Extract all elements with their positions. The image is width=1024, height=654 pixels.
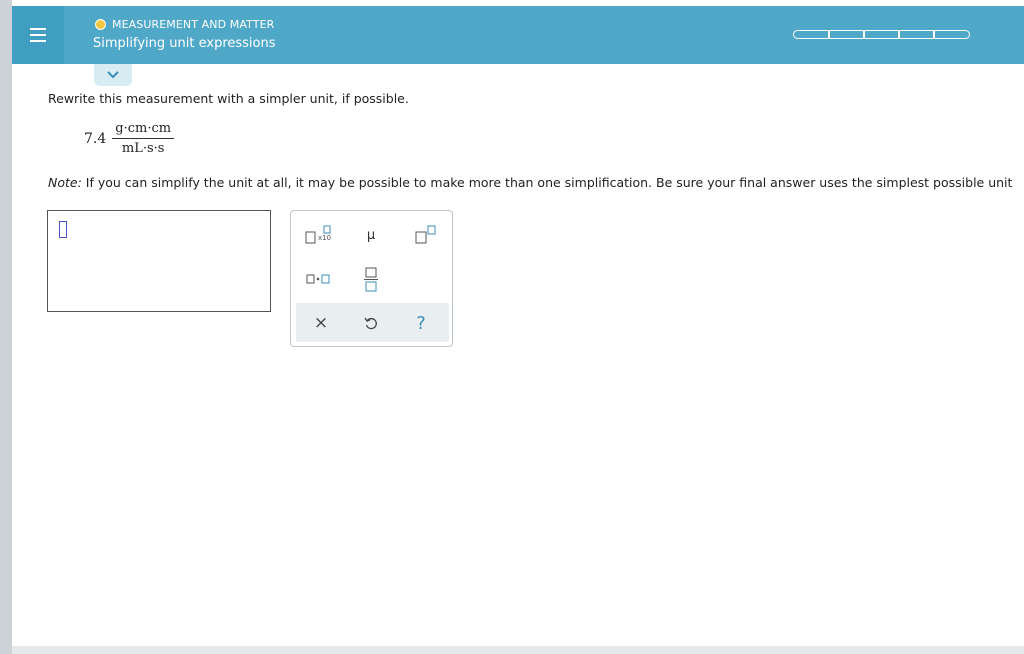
- topic-text: MEASUREMENT AND MATTER: [112, 18, 275, 31]
- scientific-notation-key[interactable]: x10: [303, 223, 333, 247]
- measurement-expression: 7.4 g·cm·cm mL·s·s: [84, 121, 175, 156]
- unit-numerator: g·cm·cm: [112, 121, 175, 139]
- sci-label: x10: [318, 234, 332, 242]
- help-button[interactable]: ?: [406, 309, 436, 337]
- collapse-button[interactable]: [94, 64, 132, 86]
- undo-button[interactable]: [356, 309, 386, 337]
- answer-input[interactable]: [47, 210, 271, 312]
- progress-segment: [828, 30, 865, 39]
- bottom-bar: [12, 646, 1024, 654]
- progress-segment: [898, 30, 935, 39]
- note-body: If you can simplify the unit at all, it …: [81, 175, 1013, 190]
- progress-segment: [933, 30, 970, 39]
- progress-segment: [793, 30, 830, 39]
- hamburger-icon: [30, 28, 46, 42]
- topic-status-dot: [95, 19, 106, 30]
- chevron-down-icon: [107, 71, 119, 79]
- page-title: Simplifying unit expressions: [93, 36, 276, 51]
- unit-fraction: g·cm·cm mL·s·s: [112, 121, 175, 156]
- micro-prefix-key[interactable]: μ: [356, 223, 386, 247]
- topic-label: MEASUREMENT AND MATTER: [95, 18, 274, 31]
- progress-segment: [863, 30, 900, 39]
- clear-button[interactable]: ×: [306, 309, 336, 337]
- undo-icon: [364, 317, 377, 330]
- exponent-key[interactable]: [411, 223, 441, 247]
- measurement-coefficient: 7.4: [84, 130, 107, 147]
- keypad-action-row: × ?: [296, 303, 449, 342]
- note-label: Note:: [48, 175, 82, 190]
- menu-button[interactable]: [12, 6, 64, 64]
- left-rail: [0, 0, 12, 654]
- exponent-icon: [415, 225, 436, 244]
- note-text: Note: If you can simplify the unit at al…: [48, 175, 1012, 190]
- unit-denominator: mL·s·s: [121, 141, 165, 156]
- fraction-key[interactable]: [356, 264, 386, 294]
- progress-bar: [793, 30, 970, 39]
- math-keypad: x10 μ × ?: [290, 210, 453, 347]
- input-cursor: [59, 221, 67, 238]
- fraction-icon: [364, 267, 378, 292]
- multiply-dot-icon: [306, 274, 330, 284]
- multiply-dot-key[interactable]: [303, 267, 333, 291]
- question-prompt: Rewrite this measurement with a simpler …: [48, 91, 409, 106]
